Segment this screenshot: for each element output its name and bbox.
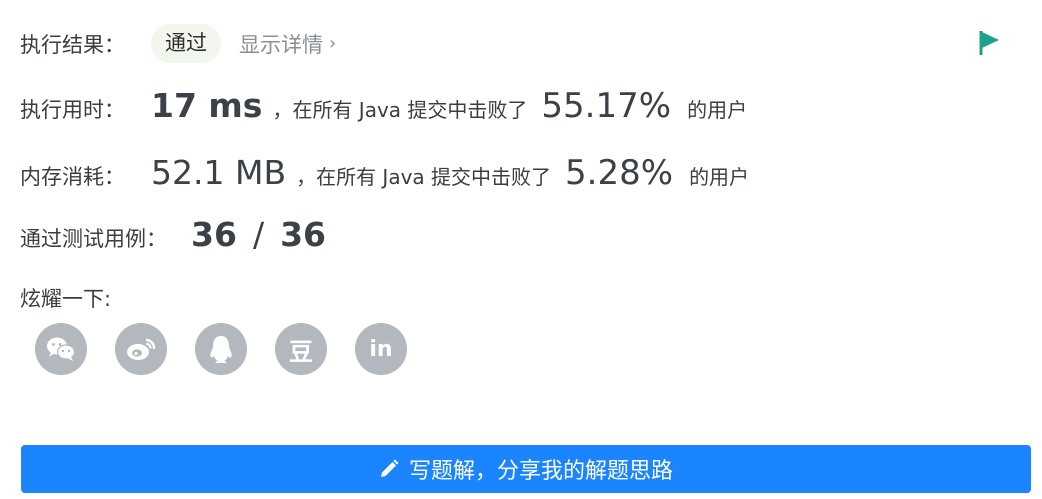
tests-total: 36 (280, 215, 326, 254)
flag-icon[interactable] (979, 30, 1001, 56)
memory-value: 52.1 MB (151, 153, 287, 192)
linkedin-icon[interactable]: in (355, 323, 407, 375)
show-details-label: 显示详情 (239, 32, 323, 57)
memory-label: 内存消耗： (20, 165, 125, 189)
memory-sep-text: ，在所有 Java 提交中击败了 (296, 165, 552, 189)
runtime-sep-text: ，在所有 Java 提交中击败了 (272, 98, 528, 122)
share-label: 炫耀一下: (20, 287, 112, 311)
memory-percent: 5.28% (565, 153, 674, 193)
write-solution-label: 写题解，分享我的解题思路 (408, 459, 673, 484)
runtime-row: 执行用时： 17 ms ，在所有 Java 提交中击败了 55.17% 的用户 (20, 86, 747, 126)
show-details-link[interactable]: 显示详情 › (239, 29, 336, 59)
runtime-value: 17 ms (151, 86, 263, 125)
share-row: 炫耀一下: (20, 283, 111, 313)
memory-row: 内存消耗： 52.1 MB ，在所有 Java 提交中击败了 5.28% 的用户 (20, 153, 749, 193)
runtime-label: 执行用时： (20, 98, 125, 122)
runtime-percent: 55.17% (541, 86, 672, 126)
memory-suffix: 的用户 (689, 165, 750, 189)
result-label: 执行结果： (20, 32, 125, 57)
pencil-icon (379, 459, 399, 479)
qq-icon[interactable] (195, 323, 247, 375)
tests-label: 通过测试用例： (20, 227, 167, 251)
douban-glyph: 豆 (289, 337, 313, 366)
write-solution-button[interactable]: 写题解，分享我的解题思路 (21, 445, 1031, 493)
share-icons: 豆 in (35, 323, 435, 375)
douban-icon[interactable]: 豆 (275, 323, 327, 375)
weibo-icon[interactable] (115, 323, 167, 375)
tests-divider: / (252, 215, 265, 254)
wechat-icon[interactable] (35, 323, 87, 375)
linkedin-glyph: in (369, 336, 393, 362)
status-badge: 通过 (151, 24, 221, 63)
submission-result-panel: 执行结果： 通过 显示详情 › 执行用时： 17 ms ，在所有 Java 提交… (0, 0, 1042, 499)
tests-passed: 36 (191, 215, 237, 254)
chevron-right-icon: › (329, 33, 337, 54)
result-row: 执行结果： 通过 显示详情 › (20, 24, 336, 63)
runtime-suffix: 的用户 (687, 98, 748, 122)
tests-row: 通过测试用例： 36 / 36 (20, 215, 326, 254)
